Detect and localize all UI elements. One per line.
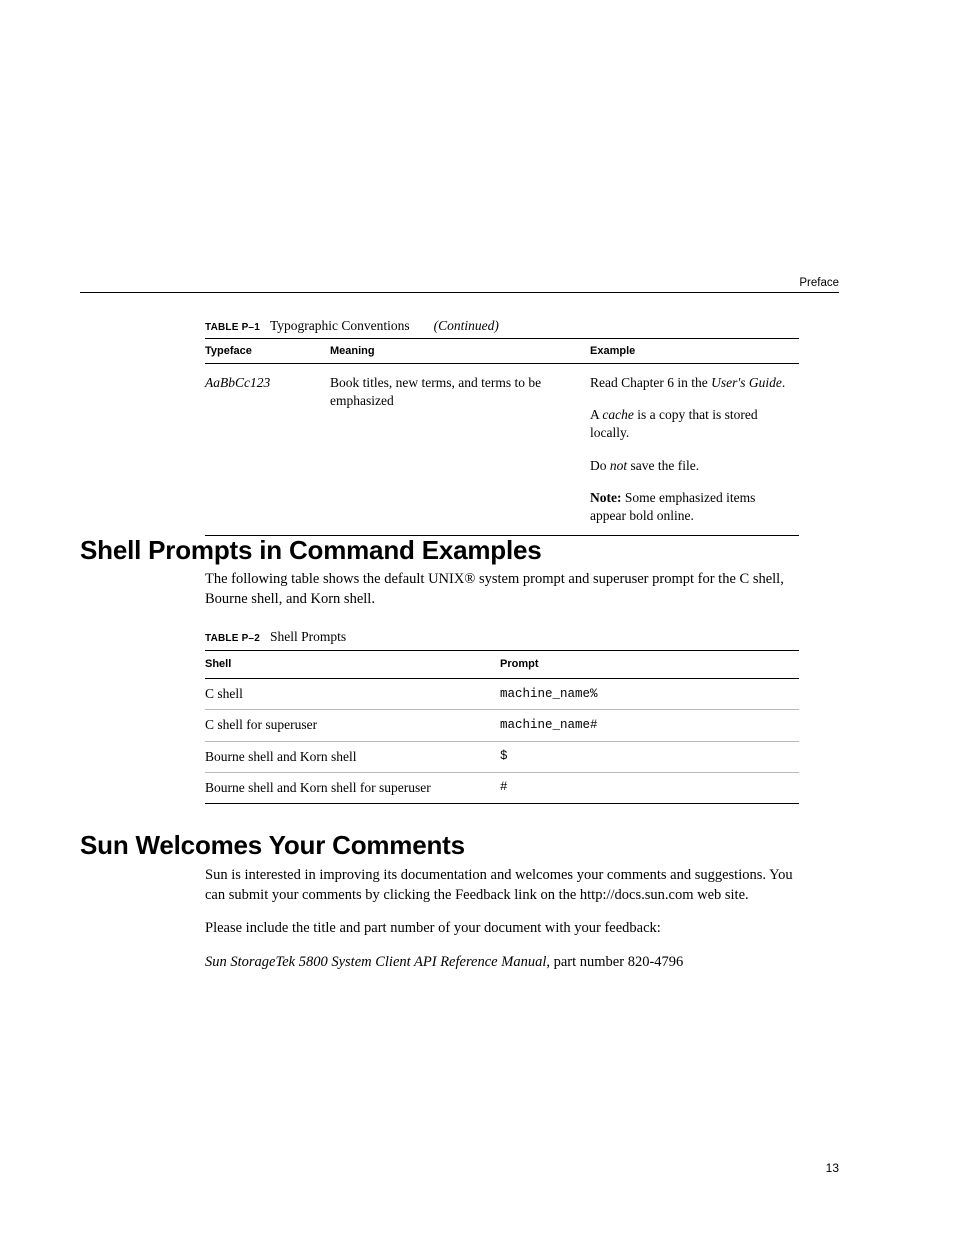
cell-shell: C shell	[205, 679, 500, 710]
table-p1-block: TABLE P–1 Typographic Conventions (Continu…	[205, 318, 799, 536]
text: Read Chapter 6 in the	[590, 375, 711, 390]
table-row: Typeface Meaning Example	[205, 339, 799, 364]
cell-prompt: machine_name#	[500, 710, 799, 741]
cell-prompt: machine_name%	[500, 679, 799, 710]
table-p2-title: Shell Prompts	[270, 629, 346, 644]
cell-shell: C shell for superuser	[205, 710, 500, 741]
cell-meaning: Book titles, new terms, and terms to be …	[330, 364, 590, 536]
table-row: Shell Prompt	[205, 651, 799, 679]
table-p1-caption: TABLE P–1 Typographic Conventions (Continu…	[205, 318, 799, 334]
text: .	[782, 375, 785, 390]
cell-shell: Bourne shell and Korn shell	[205, 741, 500, 772]
th-prompt: Prompt	[500, 651, 799, 679]
example-line: Do not save the file.	[590, 457, 789, 475]
cell-example: Read Chapter 6 in the User's Guide. A ca…	[590, 364, 799, 536]
example-line: A cache is a copy that is stored locally…	[590, 406, 789, 442]
table-p2-label: TABLE P–2	[205, 633, 260, 644]
header-rule	[80, 292, 839, 293]
text-bold: Note:	[590, 490, 621, 505]
table-row: C shell machine_name%	[205, 679, 799, 710]
text-italic: cache	[602, 407, 633, 422]
th-example: Example	[590, 339, 799, 364]
cell-typeface: AaBbCc123	[205, 364, 330, 536]
comments-body: Sun is interested in improving its docum…	[205, 866, 799, 986]
running-header: Preface	[799, 277, 839, 289]
text: A	[590, 407, 602, 422]
th-meaning: Meaning	[330, 339, 590, 364]
text: save the file.	[627, 458, 699, 473]
table-p1-label: TABLE P–1	[205, 322, 260, 333]
th-shell: Shell	[205, 651, 500, 679]
table-row: Bourne shell and Korn shell for superuse…	[205, 772, 799, 803]
heading-comments: Sun Welcomes Your Comments	[80, 830, 465, 861]
heading-shell-prompts: Shell Prompts in Command Examples	[80, 535, 542, 566]
text: Do	[590, 458, 610, 473]
page-number: 13	[826, 1161, 839, 1175]
doc-title-italic: Sun StorageTek 5800 System Client API Re…	[205, 954, 546, 970]
table-p1-title: Typographic Conventions	[270, 318, 410, 333]
text: , part number 820-4796	[546, 954, 683, 970]
shell-intro-paragraph: The following table shows the default UN…	[205, 570, 799, 623]
paragraph: The following table shows the default UN…	[205, 570, 799, 609]
paragraph: Please include the title and part number…	[205, 919, 799, 939]
table-p2-caption: TABLE P–2 Shell Prompts	[205, 628, 799, 646]
text-italic: User's Guide	[711, 375, 782, 390]
example-line: Note: Some emphasized items appear bold …	[590, 489, 789, 525]
table-p1: Typeface Meaning Example AaBbCc123 Book …	[205, 338, 799, 536]
paragraph: Sun is interested in improving its docum…	[205, 866, 799, 905]
table-p2: Shell Prompt C shell machine_name% C she…	[205, 650, 799, 804]
table-row: AaBbCc123 Book titles, new terms, and te…	[205, 364, 799, 536]
table-p2-block: TABLE P–2 Shell Prompts Shell Prompt C sh…	[205, 628, 799, 804]
cell-prompt: #	[500, 772, 799, 803]
paragraph: Sun StorageTek 5800 System Client API Re…	[205, 953, 799, 973]
cell-shell: Bourne shell and Korn shell for superuse…	[205, 772, 500, 803]
table-p1-continued: (Continued)	[434, 318, 499, 333]
th-typeface: Typeface	[205, 339, 330, 364]
example-line: Read Chapter 6 in the User's Guide.	[590, 374, 789, 392]
cell-prompt: $	[500, 741, 799, 772]
table-row: C shell for superuser machine_name#	[205, 710, 799, 741]
text-italic: not	[610, 458, 627, 473]
table-row: Bourne shell and Korn shell $	[205, 741, 799, 772]
